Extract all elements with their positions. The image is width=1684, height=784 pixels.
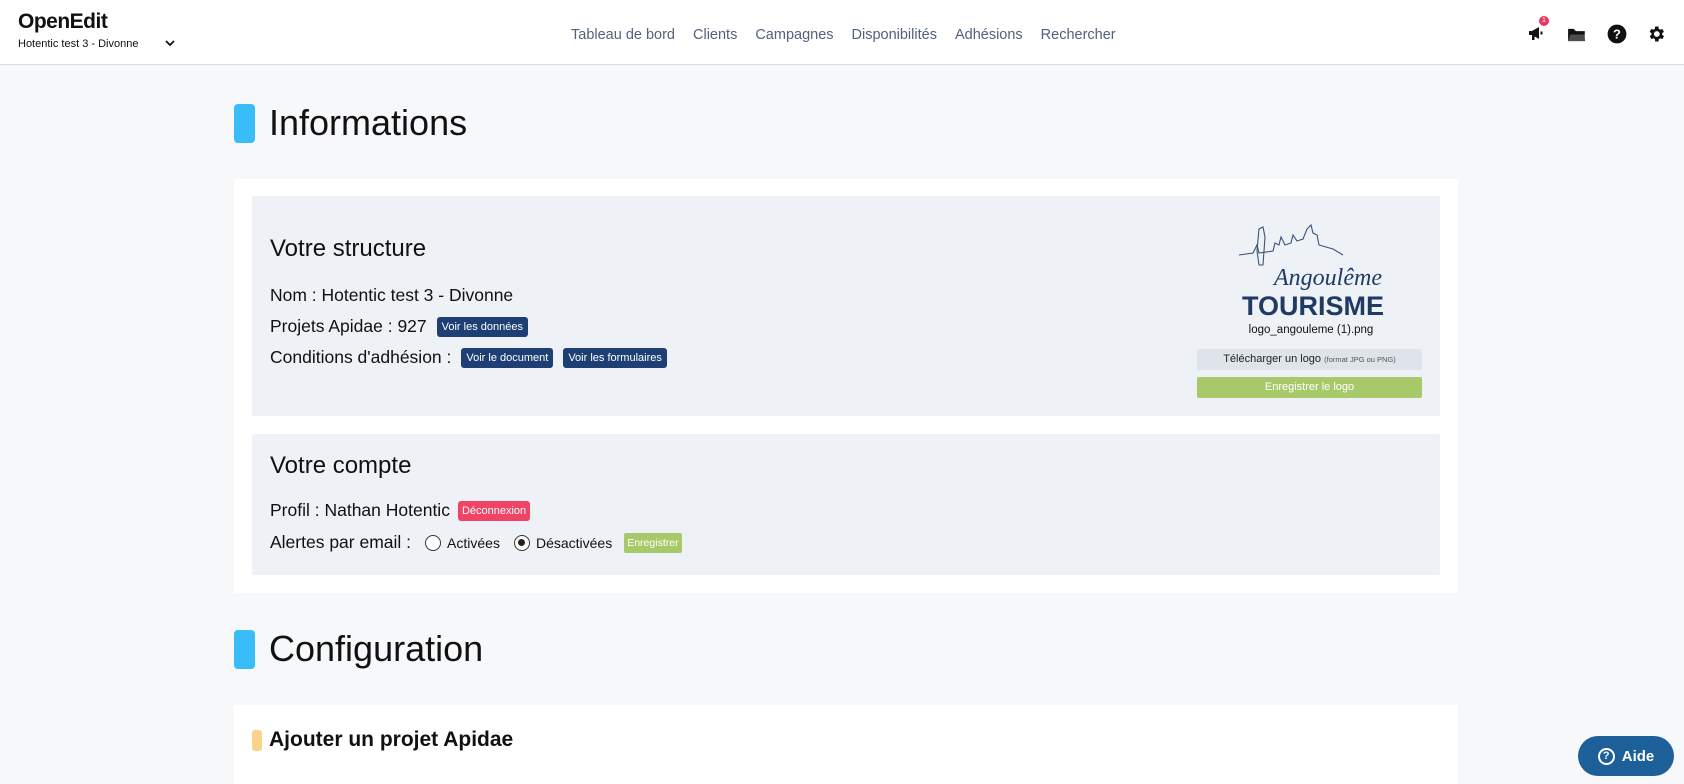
email-alerts-label: Alertes par email : <box>270 532 412 552</box>
nav-clients[interactable]: Clients <box>693 27 737 43</box>
gear-icon[interactable] <box>1646 24 1666 44</box>
upload-logo-button[interactable]: Télécharger un logo (format JPG ou PNG) <box>1197 349 1422 370</box>
projects-text: Projets Apidae : 927 <box>270 316 427 336</box>
alerts-on-radio[interactable]: Activées <box>425 534 500 551</box>
radio-circle <box>425 534 442 551</box>
logout-button[interactable]: Déconnexion <box>457 500 531 521</box>
logo-script: Angoulême <box>1272 265 1382 291</box>
sub-accent-bar <box>252 729 262 751</box>
nav-tableau-de-bord[interactable]: Tableau de bord <box>571 27 675 43</box>
radio-circle-selected <box>513 534 530 551</box>
logo-word: TOURISME <box>1242 291 1384 320</box>
notifications-button[interactable]: 1 <box>1527 16 1549 42</box>
structure-name-text: Nom : Hotentic test 3 - Divonne <box>270 285 514 305</box>
view-data-button[interactable]: Voir les données <box>436 316 528 337</box>
section-accent-bar <box>234 103 255 143</box>
structure-projects: Projets Apidae : 927 Voir les données <box>270 316 528 337</box>
brand-title: OpenEdit <box>18 10 108 33</box>
alerts-off-radio[interactable]: Désactivées <box>513 534 613 551</box>
section-title: Configuration <box>269 628 484 669</box>
brand[interactable]: OpenEdit <box>18 10 108 34</box>
informations-heading: Informations <box>234 102 467 144</box>
upload-logo-label: Télécharger un logo <box>1223 353 1322 365</box>
section-accent-bar <box>234 629 255 669</box>
save-logo-button[interactable]: Enregistrer le logo <box>1197 377 1422 398</box>
structure-conditions: Conditions d'adhésion : Voir le document… <box>270 347 667 368</box>
help-button[interactable]: ? Aide <box>1578 736 1674 776</box>
main-nav: Tableau de bord Clients Campagnes Dispon… <box>571 27 1134 43</box>
view-document-button[interactable]: Voir le document <box>461 347 554 368</box>
logo-filename: logo_angouleme (1).png <box>1248 324 1374 336</box>
angouleme-skyline-logo: Angoulême TOURISME <box>1238 223 1384 321</box>
site-selector-label: Hotentic test 3 - Divonne <box>18 38 139 50</box>
view-forms-button[interactable]: Voir les formulaires <box>563 347 667 368</box>
section-title: Informations <box>269 102 468 143</box>
structure-logo: Angoulême TOURISME <box>1233 215 1393 321</box>
configuration-heading: Configuration <box>234 628 483 670</box>
help-label: Aide <box>1621 747 1655 765</box>
question-circle-icon[interactable]: ? <box>1607 24 1627 44</box>
top-header: OpenEdit Hotentic test 3 - Divonne Table… <box>0 0 1684 65</box>
notification-badge: 1 <box>1539 16 1549 26</box>
email-alerts: Alertes par email : Activées Désactivées… <box>270 532 682 553</box>
nav-disponibilites[interactable]: Disponibilités <box>852 27 937 43</box>
add-project-heading: Ajouter un projet Apidae <box>252 728 513 752</box>
save-alerts-button[interactable]: Enregistrer <box>624 532 682 553</box>
structure-name: Nom : Hotentic test 3 - Divonne <box>270 285 513 306</box>
nav-campagnes[interactable]: Campagnes <box>755 27 833 43</box>
nav-adhesions[interactable]: Adhésions <box>955 27 1023 43</box>
conditions-text: Conditions d'adhésion : <box>270 347 452 367</box>
chevron-down-icon <box>165 40 175 47</box>
question-circle-icon: ? <box>1597 747 1615 765</box>
structure-title: Votre structure <box>270 235 427 262</box>
alerts-off-label: Désactivées <box>535 534 613 551</box>
site-selector[interactable]: Hotentic test 3 - Divonne <box>18 38 175 50</box>
folder-icon[interactable] <box>1567 25 1587 45</box>
profile-text: Profil : Nathan Hotentic <box>270 500 450 520</box>
account-profile: Profil : Nathan Hotentic Déconnexion <box>270 500 531 521</box>
svg-text:?: ? <box>1613 27 1621 42</box>
megaphone-icon <box>1529 27 1543 40</box>
alerts-on-label: Activées <box>447 534 500 551</box>
nav-rechercher[interactable]: Rechercher <box>1041 27 1116 43</box>
upload-logo-hint: (format JPG ou PNG) <box>1324 355 1396 364</box>
add-project-title: Ajouter un projet Apidae <box>269 728 514 751</box>
account-title: Votre compte <box>270 452 412 479</box>
